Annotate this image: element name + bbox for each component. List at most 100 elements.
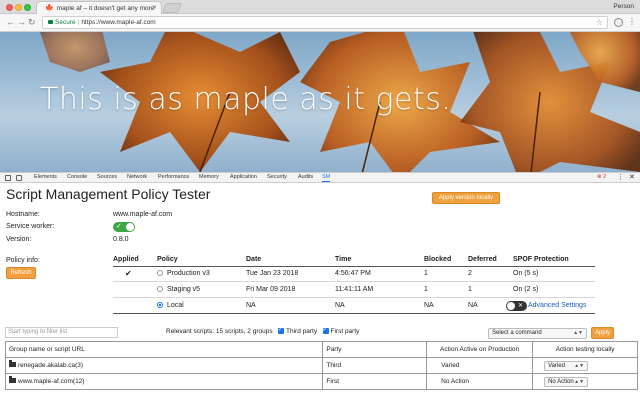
close-window-button[interactable] — [6, 4, 13, 11]
policy-deferred: NA — [468, 302, 478, 309]
secure-label: Secure — [55, 19, 76, 26]
service-worker-toggle[interactable]: ✓ — [113, 222, 135, 232]
select-arrow-icon: ▲▼ — [573, 330, 583, 336]
table-row[interactable]: renegade.akalab.ca(3) Third Varied Varie… — [4, 357, 638, 374]
device-toolbar-icon[interactable] — [16, 175, 22, 181]
policy-option-production[interactable]: Production v3 — [157, 270, 210, 277]
table-bottom-divider — [113, 313, 595, 314]
reload-icon[interactable]: ↻ — [28, 18, 36, 27]
policy-name: Local — [167, 302, 184, 309]
radio-button[interactable] — [157, 286, 163, 292]
maple-leaf-icon: 🍁 — [45, 5, 54, 12]
version-label: Version: — [6, 236, 32, 243]
col-blocked: Blocked — [424, 256, 452, 263]
policy-info-label: Policy info: — [6, 257, 40, 264]
action-local-select[interactable]: No Action ▲▼ — [544, 376, 589, 387]
party-cell: Third — [322, 357, 428, 374]
row-divider — [113, 281, 595, 282]
advanced-settings-link[interactable]: Advanced Settings — [528, 302, 586, 309]
profile-name[interactable]: Person — [613, 3, 634, 10]
browser-tab[interactable]: 🍁 maple af – it doesn't get any more ✕ — [36, 1, 162, 14]
extension-icon[interactable] — [614, 18, 623, 27]
folder-icon — [9, 360, 16, 367]
new-tab-button[interactable] — [162, 3, 182, 13]
devtools-tab-network[interactable]: Network — [127, 174, 147, 180]
policy-blocked: NA — [424, 302, 434, 309]
policy-blocked: 1 — [424, 286, 428, 293]
table-header-row: Group name or script URL Party Action Ac… — [4, 341, 638, 358]
devtools-menu-icon[interactable]: ⋮ — [617, 173, 624, 181]
policy-time: NA — [335, 302, 345, 309]
relevant-scripts-text: Relevant scripts: 15 scripts, 2 groups — [166, 328, 273, 335]
devtools-tab-audits[interactable]: Audits — [298, 174, 313, 180]
select-arrow-icon: ▲▼ — [574, 378, 585, 385]
action-local-cell: Varied ▲▼ — [532, 357, 638, 374]
action-local-value: Varied — [548, 362, 565, 369]
radio-button-selected[interactable] — [157, 302, 163, 308]
policy-deferred: 1 — [468, 286, 472, 293]
devtools-tab-security[interactable]: Security — [267, 174, 287, 180]
devtools-close-icon[interactable]: ✕ — [629, 173, 635, 181]
devtools-tab-sm[interactable]: SM — [322, 174, 331, 182]
bookmark-star-icon[interactable]: ☆ — [596, 17, 603, 29]
error-count-badge[interactable]: ⊗ 2 — [597, 174, 606, 180]
policy-option-local[interactable]: Local — [157, 302, 184, 309]
zoom-window-button[interactable] — [24, 4, 31, 11]
policy-option-staging[interactable]: Staging v5 — [157, 286, 200, 293]
action-local-value: No Action — [548, 378, 574, 385]
group-name-cell[interactable]: www.maple-af.com(12) — [4, 373, 324, 390]
apply-button[interactable]: Apply — [591, 327, 614, 339]
script-groups-table: Group name or script URL Party Action Ac… — [4, 341, 638, 390]
devtools-tab-elements[interactable]: Elements — [34, 174, 57, 180]
toggle-knob — [507, 302, 515, 310]
filter-input[interactable]: Start typing to filter list — [5, 327, 118, 338]
x-icon: ✕ — [517, 303, 523, 309]
page-title: Script Management Policy Tester — [6, 186, 211, 202]
radio-button[interactable] — [157, 270, 163, 276]
header-divider — [113, 266, 595, 267]
error-count: 2 — [603, 174, 607, 180]
devtools-tab-application[interactable]: Application — [230, 174, 257, 180]
third-party-label: Third party — [286, 328, 318, 335]
devtools-tab-bar: Elements Console Sources Network Perform… — [0, 172, 640, 183]
browser-menu-icon[interactable]: ⋮ — [628, 17, 636, 26]
group-name: www.maple-af.com(12) — [18, 378, 85, 385]
close-tab-icon[interactable]: ✕ — [152, 4, 157, 11]
policy-time: 11:41:11 AM — [335, 286, 374, 293]
devtools-tab-performance[interactable]: Performance — [158, 174, 190, 180]
refresh-button[interactable]: Refresh — [6, 267, 36, 279]
devtools-tab-console[interactable]: Console — [67, 174, 87, 180]
policy-name: Staging v5 — [167, 286, 201, 293]
applied-check-icon: ✔ — [125, 269, 132, 278]
forward-arrow-icon[interactable]: → — [17, 18, 26, 27]
url-text: https://www.maple-af.com — [81, 19, 156, 26]
col-action-prod: Action Active on Production — [426, 341, 534, 358]
policy-name: Production v3 — [167, 270, 210, 277]
folder-icon — [9, 376, 16, 383]
url-input[interactable]: Secure | https://www.maple-af.com ☆ — [42, 16, 608, 29]
command-select[interactable]: Select a command ▲▼ — [488, 328, 587, 339]
third-party-checkbox[interactable] — [278, 326, 284, 334]
table-row[interactable]: www.maple-af.com(12) First No Action No … — [4, 373, 638, 390]
action-local-select[interactable]: Varied ▲▼ — [544, 360, 589, 371]
devtools-tab-memory[interactable]: Memory — [199, 174, 219, 180]
toggle-knob — [126, 223, 134, 231]
group-name-cell[interactable]: renegade.akalab.ca(3) — [4, 357, 324, 374]
action-local-cell: No Action ▲▼ — [532, 373, 638, 390]
service-worker-label: Service worker: — [6, 223, 55, 230]
policy-date: Fri Mar 09 2018 — [246, 286, 296, 293]
apply-version-locally-button[interactable]: Apply version locally — [432, 192, 500, 204]
action-prod-cell: No Action — [426, 373, 534, 390]
inspect-element-icon[interactable] — [5, 175, 11, 181]
back-arrow-icon[interactable]: ← — [6, 18, 15, 27]
col-spof: SPOF Protection — [513, 256, 569, 263]
col-policy: Policy — [157, 256, 178, 263]
hostname-value: www.maple-af.com — [113, 211, 173, 218]
devtools-tab-sources[interactable]: Sources — [97, 174, 117, 180]
minimize-window-button[interactable] — [15, 4, 22, 11]
first-party-checkbox[interactable] — [322, 326, 329, 334]
spof-toggle[interactable]: ✕ — [506, 301, 527, 311]
browser-tab-bar: 🍁 maple af – it doesn't get any more ✕ Pe… — [0, 0, 640, 14]
action-prod-cell: Varied — [426, 357, 534, 374]
col-party: Party — [322, 341, 428, 358]
